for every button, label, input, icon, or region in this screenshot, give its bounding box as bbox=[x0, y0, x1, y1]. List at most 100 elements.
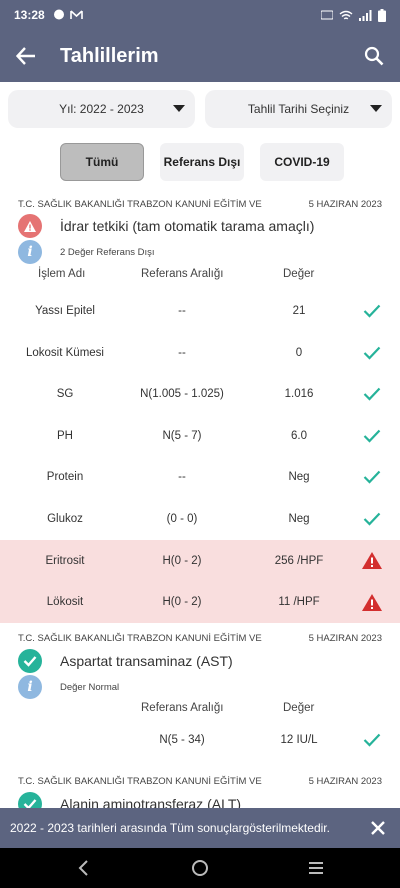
message-icon bbox=[53, 9, 64, 20]
row-range: N(5 - 7) bbox=[162, 429, 202, 442]
row-value: Neg bbox=[288, 471, 310, 484]
chip-all[interactable]: Tümü bbox=[60, 143, 144, 181]
check-icon bbox=[354, 498, 390, 540]
table-row[interactable]: Glukoz (0 - 0) Neg bbox=[0, 498, 400, 540]
status-bar: 13:28 bbox=[0, 0, 400, 30]
alert-triangle-icon bbox=[354, 581, 390, 623]
snackbar-message: 2022 - 2023 tarihleri arasında Tüm sonuç… bbox=[10, 821, 330, 835]
row-range: -- bbox=[178, 346, 186, 359]
check-icon bbox=[354, 456, 390, 498]
warning-icon bbox=[18, 214, 42, 238]
row-range: N(1.005 - 1.025) bbox=[140, 388, 224, 401]
result-date: 5 HAZIRAN 2023 bbox=[308, 776, 382, 787]
result-header: T.C. SAĞLIK BAKANLIĞI TRABZON KANUNİ EĞİ… bbox=[18, 633, 382, 644]
result-date: 5 HAZIRAN 2023 bbox=[308, 199, 382, 210]
result-date: 5 HAZIRAN 2023 bbox=[308, 633, 382, 644]
year-dropdown-label: Yıl: 2022 - 2023 bbox=[59, 102, 144, 116]
caret-down-icon bbox=[173, 105, 185, 112]
row-value: 11 /HPF bbox=[278, 596, 320, 609]
row-range: -- bbox=[178, 471, 186, 484]
app-bar: Tahlillerim bbox=[0, 30, 400, 82]
table-row[interactable]: Lokosit Kümesi -- 0 bbox=[0, 332, 400, 374]
status-time: 13:28 bbox=[14, 8, 45, 22]
row-range: -- bbox=[178, 305, 186, 317]
page-title: Tahlillerim bbox=[60, 44, 159, 67]
year-dropdown[interactable]: Yıl: 2022 - 2023 bbox=[8, 90, 195, 128]
check-icon bbox=[354, 719, 390, 761]
battery-icon bbox=[378, 8, 386, 22]
search-icon bbox=[364, 46, 384, 66]
test-name: İdrar tetkiki (tam otomatik tarama amaçl… bbox=[60, 218, 315, 234]
nav-back-icon[interactable] bbox=[72, 856, 96, 880]
wifi-icon bbox=[339, 10, 353, 19]
caret-down-icon bbox=[370, 105, 382, 112]
row-value: Neg bbox=[288, 513, 310, 525]
test-status: Değer Normal bbox=[60, 681, 120, 693]
row-range: H(0 - 2) bbox=[162, 554, 202, 567]
close-icon[interactable] bbox=[368, 818, 388, 838]
info-icon: i bbox=[18, 240, 42, 264]
row-name bbox=[10, 719, 120, 761]
row-value: 6.0 bbox=[291, 429, 307, 442]
column-value: Değer bbox=[283, 268, 315, 280]
table-row[interactable]: SG N(1.005 - 1.025) 1.016 bbox=[0, 373, 400, 415]
check-icon bbox=[354, 290, 390, 332]
column-name: İşlem Adı bbox=[38, 268, 86, 280]
row-value: 12 IU/L bbox=[280, 734, 318, 746]
check-icon bbox=[354, 415, 390, 457]
institution-name: T.C. SAĞLIK BAKANLIĞI TRABZON KANUNİ EĞİ… bbox=[18, 776, 262, 787]
chip-covid[interactable]: COVID-19 bbox=[260, 143, 344, 181]
result-header: T.C. SAĞLIK BAKANLIĞI TRABZON KANUNİ EĞİ… bbox=[18, 776, 382, 787]
gmail-icon bbox=[69, 10, 83, 19]
nav-home-icon[interactable] bbox=[188, 856, 212, 880]
row-range: N(5 - 34) bbox=[159, 734, 205, 746]
test-name: Aspartat transaminaz (AST) bbox=[60, 653, 233, 669]
result-header: T.C. SAĞLIK BAKANLIĞI TRABZON KANUNİ EĞİ… bbox=[18, 199, 382, 210]
row-name: Glukoz bbox=[47, 513, 83, 525]
row-name: Yassı Epitel bbox=[35, 305, 95, 317]
row-name: Protein bbox=[46, 471, 84, 484]
table-row[interactable]: PH N(5 - 7) 6.0 bbox=[0, 415, 400, 457]
row-value: 1.016 bbox=[284, 388, 314, 401]
table-row[interactable]: Yassı Epitel -- 21 bbox=[0, 290, 400, 332]
date-dropdown-label: Tahlil Tarihi Seçiniz bbox=[247, 102, 350, 116]
test-status-row: i Değer Normal bbox=[18, 675, 119, 699]
row-range: H(0 - 2) bbox=[162, 596, 202, 609]
nav-recents-icon[interactable] bbox=[304, 856, 328, 880]
test-title-row[interactable]: İdrar tetkiki (tam otomatik tarama amaçl… bbox=[18, 214, 314, 238]
column-value: Değer bbox=[283, 702, 315, 714]
arrow-left-icon bbox=[16, 47, 35, 65]
row-name: Lökosit bbox=[46, 596, 84, 609]
row-name: Lokosit Kümesi bbox=[26, 346, 104, 359]
institution-name: T.C. SAĞLIK BAKANLIĞI TRABZON KANUNİ EĞİ… bbox=[18, 199, 262, 210]
back-button[interactable] bbox=[0, 30, 52, 82]
chip-out-of-range[interactable]: Referans Dışı bbox=[160, 143, 244, 181]
row-name: PH bbox=[57, 429, 73, 442]
signal-icon bbox=[359, 9, 372, 21]
row-value: 256 /HPF bbox=[274, 554, 324, 567]
row-value: 21 bbox=[292, 305, 306, 317]
system-nav-bar bbox=[0, 848, 400, 888]
column-headers: İşlem Adı Referans Aralığı Değer bbox=[0, 268, 400, 288]
table-row[interactable]: Eritrosit H(0 - 2) 256 /HPF bbox=[0, 539, 400, 582]
test-status: 2 Değer Referans Dışı bbox=[60, 246, 155, 258]
check-circle-icon bbox=[18, 649, 42, 673]
table-row[interactable]: Protein -- Neg bbox=[0, 456, 400, 498]
filter-bar: Yıl: 2022 - 2023 Tahlil Tarihi Seçiniz bbox=[8, 90, 392, 128]
column-range: Referans Aralığı bbox=[141, 268, 224, 280]
institution-name: T.C. SAĞLIK BAKANLIĞI TRABZON KANUNİ EĞİ… bbox=[18, 633, 262, 644]
row-name: SG bbox=[56, 388, 74, 401]
table-row[interactable]: N(5 - 34) 12 IU/L bbox=[0, 719, 400, 761]
snackbar: 2022 - 2023 tarihleri arasında Tüm sonuç… bbox=[0, 808, 400, 848]
volte-icon bbox=[321, 10, 333, 20]
info-icon: i bbox=[18, 675, 42, 699]
row-name: Eritrosit bbox=[45, 554, 85, 567]
test-title-row[interactable]: Aspartat transaminaz (AST) bbox=[18, 649, 233, 673]
category-chips: Tümü Referans Dışı COVID-19 bbox=[60, 143, 344, 181]
search-button[interactable] bbox=[348, 30, 400, 82]
date-dropdown[interactable]: Tahlil Tarihi Seçiniz bbox=[205, 90, 392, 128]
table-row[interactable]: Lökosit H(0 - 2) 11 /HPF bbox=[0, 581, 400, 624]
test-status-row: i 2 Değer Referans Dışı bbox=[18, 240, 155, 264]
column-range: Referans Aralığı bbox=[141, 702, 224, 714]
row-range: (0 - 0) bbox=[166, 513, 198, 525]
